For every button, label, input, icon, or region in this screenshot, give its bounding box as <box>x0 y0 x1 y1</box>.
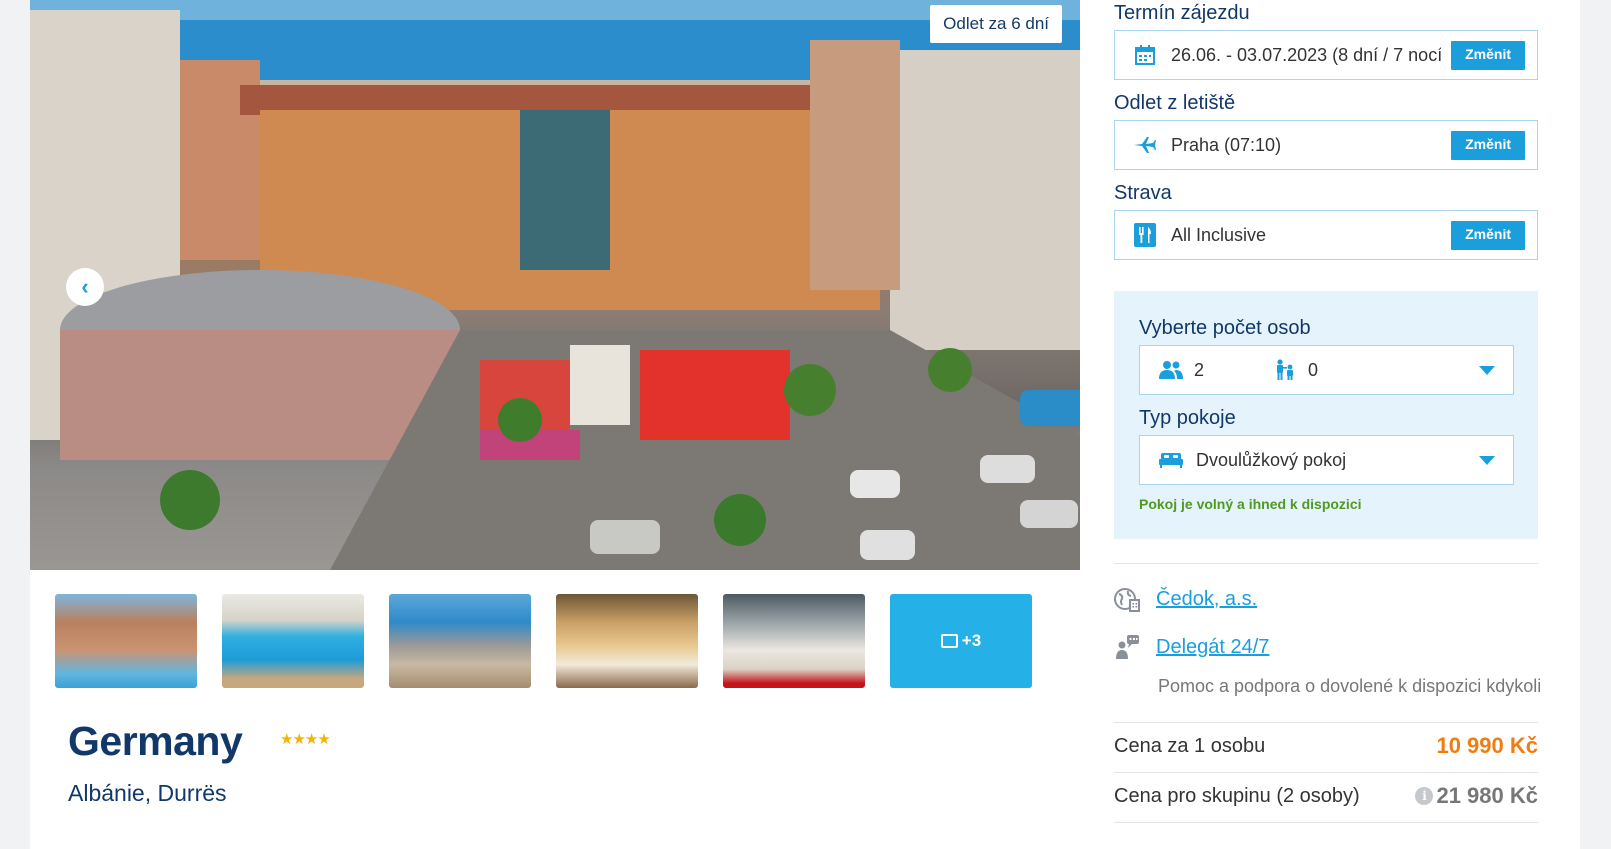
hotel-location: Albánie, Durrës <box>68 780 227 806</box>
thumbnail-pool-view[interactable] <box>55 594 197 688</box>
change-board-button[interactable]: Změnit <box>1451 220 1525 250</box>
gallery-thumbnails: +3 <box>55 594 1032 688</box>
price-group-value-wrap: i 21 980 Kč <box>1415 783 1538 809</box>
plane-icon <box>1133 133 1157 157</box>
price-per-person-row: Cena za 1 osobu 10 990 Kč <box>1114 733 1538 759</box>
children-icon <box>1274 359 1298 381</box>
delegate-row: Delegát 24/7 <box>1114 634 1269 660</box>
delegate-link[interactable]: Delegát 24/7 <box>1156 636 1269 659</box>
divider <box>1114 822 1538 823</box>
board-label: Strava <box>1114 182 1172 204</box>
booking-panel: Termín zájezdu 26.06. - 03.07.2023 (8 dn… <box>1080 0 1580 849</box>
thumbnail-hotel-room[interactable] <box>556 594 698 688</box>
thumbnail-sea-city-view[interactable] <box>389 594 531 688</box>
bed-icon <box>1158 451 1184 469</box>
board-field[interactable]: All Inclusive Změnit <box>1114 210 1538 260</box>
thumbnail-pool-loungers[interactable] <box>222 594 364 688</box>
hotel-stars: ★★★★ <box>280 731 331 748</box>
adults-count: 2 <box>1194 359 1205 380</box>
thumbnail-restaurant[interactable] <box>723 594 865 688</box>
price-per-person-value: 10 990 Kč <box>1436 733 1538 758</box>
airport-value: Praha (07:10) <box>1171 134 1282 155</box>
hotel-name: Germany <box>68 718 243 764</box>
price-group-row: Cena pro skupinu (2 osoby) i 21 980 Kč <box>1114 783 1538 809</box>
airport-field[interactable]: Praha (07:10) Změnit <box>1114 120 1538 170</box>
persons-select[interactable]: 2 0 <box>1139 345 1514 395</box>
image-gallery-icon <box>940 634 958 648</box>
more-photos-count: +3 <box>961 631 982 650</box>
date-field[interactable]: 26.06. - 03.07.2023 (8 dní / 7 nocí) Změ… <box>1114 30 1538 80</box>
price-per-person-label: Cena za 1 osobu <box>1114 734 1266 757</box>
hotel-main-photo[interactable]: Odlet za 6 dní ‹ <box>30 0 1086 570</box>
hotel-photo-illustration <box>30 0 1086 570</box>
chevron-down-icon <box>1479 366 1495 375</box>
date-label: Termín zájezdu <box>1114 2 1250 24</box>
globe-building-icon <box>1114 586 1140 612</box>
support-agent-icon <box>1114 634 1140 660</box>
airport-label: Odlet z letiště <box>1114 92 1236 114</box>
divider <box>1114 563 1538 564</box>
calendar-icon <box>1133 43 1157 67</box>
room-type-value: Dvoulůžkový pokoj <box>1196 449 1347 470</box>
delegate-help-text: Pomoc a podpora o dovolené k dispozici k… <box>1158 676 1542 696</box>
gallery-prev-button[interactable]: ‹ <box>66 268 104 306</box>
adults-icon <box>1158 360 1184 380</box>
hotel-gallery-card: Odlet za 6 dní ‹ +3 Germany ★★★★ Albánie… <box>30 0 1086 849</box>
price-group-value: 21 980 Kč <box>1436 783 1538 808</box>
availability-status: Pokoj je volný a ihned k dispozici <box>1139 496 1362 512</box>
info-icon[interactable]: i <box>1415 787 1434 805</box>
price-group-label: Cena pro skupinu (2 osoby) <box>1114 784 1360 807</box>
change-date-button[interactable]: Změnit <box>1451 40 1525 70</box>
departure-countdown-badge: Odlet za 6 dní <box>930 5 1062 43</box>
board-value: All Inclusive <box>1171 224 1267 245</box>
room-type-select[interactable]: Dvoulůžkový pokoj <box>1139 435 1514 485</box>
divider <box>1114 772 1538 773</box>
operator-link[interactable]: Čedok, a.s. <box>1156 588 1257 611</box>
cutlery-icon <box>1133 223 1157 247</box>
room-type-label: Typ pokoje <box>1139 407 1236 429</box>
persons-panel: Vyberte počet osob 2 0 Typ pokoje Dvoulů… <box>1114 291 1538 539</box>
chevron-down-icon <box>1479 456 1495 465</box>
chevron-left-icon: ‹ <box>81 274 89 299</box>
persons-label: Vyberte počet osob <box>1139 317 1311 339</box>
children-count: 0 <box>1308 359 1319 380</box>
thumbnail-more-photos[interactable]: +3 <box>890 594 1032 688</box>
divider <box>1114 722 1538 723</box>
date-value: 26.06. - 03.07.2023 (8 dní / 7 nocí) <box>1171 44 1442 65</box>
change-airport-button[interactable]: Změnit <box>1451 130 1525 160</box>
operator-row: Čedok, a.s. <box>1114 586 1257 612</box>
